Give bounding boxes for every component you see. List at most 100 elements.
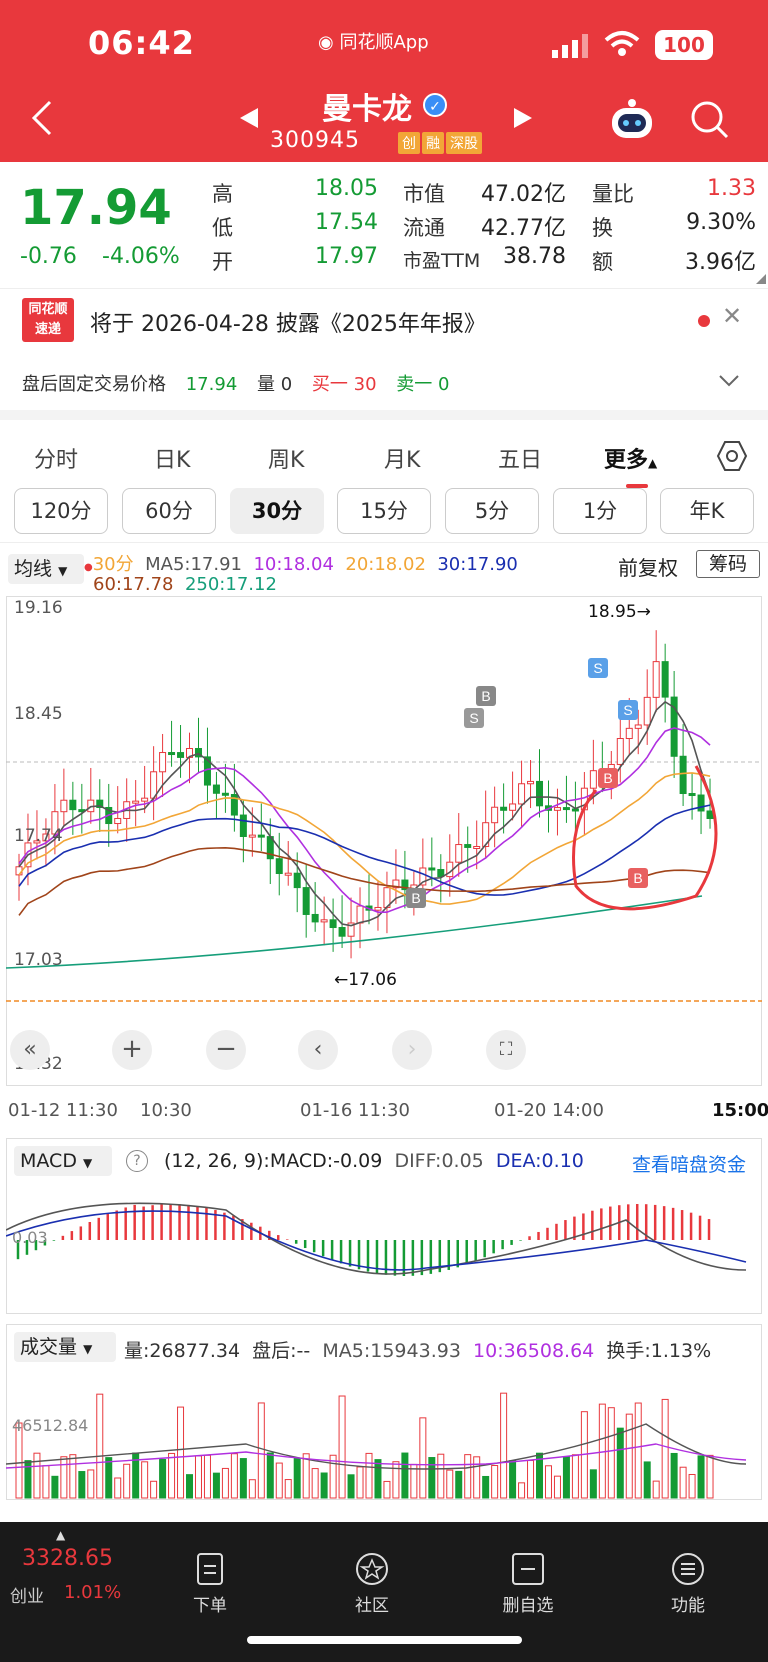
- home-indicator: [247, 1636, 522, 1644]
- trade-marker-label: S: [623, 702, 632, 718]
- volume-chart[interactable]: [6, 1364, 762, 1500]
- zoom-in-button[interactable]: +: [112, 1030, 152, 1070]
- candle-body: [500, 806, 508, 811]
- afterhours-vol: 量 0: [257, 374, 293, 395]
- rewind-button[interactable]: «: [10, 1030, 50, 1070]
- volume-bar: [571, 1454, 579, 1499]
- settings-hex-icon[interactable]: [716, 440, 748, 472]
- help-icon[interactable]: ?: [126, 1150, 148, 1172]
- chip-button[interactable]: 筹码: [696, 550, 760, 578]
- nav-remove-watch[interactable]: 删自选: [488, 1552, 568, 1616]
- volume-bar: [661, 1398, 669, 1499]
- volume-bar: [437, 1453, 445, 1499]
- xtick-4: 15:00: [712, 1100, 768, 1121]
- ytick-1: 18.45: [14, 704, 63, 724]
- period-1m[interactable]: 1分: [553, 488, 647, 534]
- period-60m[interactable]: 60分: [122, 488, 216, 534]
- value-open: 17.97: [315, 244, 378, 269]
- xtick-1: 10:30: [140, 1100, 192, 1121]
- search-icon[interactable]: [690, 100, 730, 140]
- macd-dropdown[interactable]: MACD ▼: [14, 1146, 112, 1176]
- period-year[interactable]: 年K: [660, 488, 754, 534]
- tab-daily[interactable]: 日K: [154, 442, 190, 474]
- tab-more[interactable]: 更多▲: [604, 442, 657, 474]
- period-120m[interactable]: 120分: [14, 488, 108, 534]
- legend-dot: ●: [84, 562, 93, 573]
- candle-body: [168, 752, 176, 756]
- volume-bar: [428, 1457, 436, 1499]
- candle-body: [679, 755, 687, 795]
- period-30m[interactable]: 30分: [230, 488, 324, 534]
- afterhours-buy: 买一 30: [311, 374, 377, 395]
- macd-name: MACD: [20, 1150, 77, 1172]
- value-float: 42.77亿: [481, 216, 566, 241]
- volume-bar: [105, 1457, 113, 1499]
- volume-bar: [78, 1471, 86, 1499]
- stock-tags: 创 融 深股: [398, 132, 482, 154]
- index-value[interactable]: 3328.65: [22, 1546, 113, 1571]
- volume-bar: [177, 1406, 185, 1499]
- nav-functions-label: 功能: [671, 1596, 705, 1616]
- nav-community[interactable]: 社区: [332, 1552, 412, 1616]
- volume-bar: [141, 1461, 149, 1499]
- back-icon[interactable]: [30, 100, 54, 136]
- zoom-out-button[interactable]: −: [206, 1030, 246, 1070]
- close-icon[interactable]: ✕: [722, 302, 742, 330]
- tab-monthly[interactable]: 月K: [384, 442, 420, 474]
- candle-body: [473, 845, 481, 849]
- period-15m[interactable]: 15分: [337, 488, 431, 534]
- notice-text[interactable]: 将于 2026-04-28 披露《2025年年报》: [90, 306, 486, 338]
- tab-fenshi[interactable]: 分时: [34, 442, 78, 474]
- tab-fiveday[interactable]: 五日: [498, 442, 542, 474]
- chevron-down-icon[interactable]: [718, 374, 740, 388]
- candle-body: [329, 919, 337, 929]
- candle-body: [374, 906, 382, 911]
- candle-body: [177, 752, 185, 758]
- volume-bar: [33, 1452, 41, 1499]
- candle-body: [625, 727, 633, 740]
- afterhours-price: 17.94: [185, 374, 238, 395]
- volume-bar: [159, 1459, 167, 1499]
- candle-body: [248, 834, 256, 838]
- fullscreen-button[interactable]: ⛶: [486, 1030, 526, 1070]
- volume-bar: [634, 1402, 642, 1499]
- header: 06:42 ◉ 同花顺App 100 曼卡龙 ✓ 300945 创 融 深股: [0, 0, 768, 162]
- volume-bar: [419, 1417, 427, 1499]
- period-5m[interactable]: 5分: [445, 488, 539, 534]
- macd-chart[interactable]: [6, 1180, 762, 1314]
- candle-body: [589, 770, 597, 789]
- adjust-label[interactable]: 前复权: [618, 552, 678, 581]
- macd-values: (12, 26, 9):MACD:-0.09 DIFF:0.05 DEA:0.1…: [164, 1150, 584, 1172]
- nav-order[interactable]: 下单: [170, 1552, 250, 1616]
- candle-body: [159, 752, 167, 773]
- volume-dropdown[interactable]: 成交量 ▼: [14, 1332, 116, 1362]
- volume-bar: [527, 1460, 535, 1499]
- scroll-right-button[interactable]: ›: [392, 1030, 432, 1070]
- volume-bar: [221, 1467, 229, 1499]
- news-logo: 同花顺 速递: [22, 298, 74, 342]
- kline-chart[interactable]: SSSBBBB: [6, 596, 762, 1086]
- dark-pool-link[interactable]: 查看暗盘资金: [632, 1150, 746, 1177]
- label-mktcap: 市值: [403, 182, 445, 206]
- label-volratio: 量比: [592, 182, 634, 206]
- next-stock-icon[interactable]: [512, 106, 534, 130]
- stock-name: 曼卡龙: [322, 92, 412, 127]
- value-volratio: 1.33: [707, 176, 756, 201]
- candle-body: [697, 794, 705, 812]
- price-change: -0.76: [20, 244, 77, 269]
- signal-icon: [552, 34, 588, 58]
- prev-stock-icon[interactable]: [238, 106, 260, 130]
- corner-expand-icon[interactable]: [756, 274, 766, 284]
- status-time: 06:42: [88, 24, 195, 62]
- candle-body: [212, 784, 220, 794]
- ma-dropdown[interactable]: 均线 ▼: [8, 554, 84, 584]
- nav-functions[interactable]: 功能: [648, 1552, 728, 1616]
- volume-bar: [96, 1393, 104, 1499]
- candle-body: [553, 807, 561, 811]
- diff-value: DIFF:0.05: [394, 1150, 484, 1172]
- scroll-left-button[interactable]: ‹: [298, 1030, 338, 1070]
- tag-shengu: 深股: [446, 132, 482, 154]
- ai-robot-icon[interactable]: [608, 98, 656, 142]
- tab-weekly[interactable]: 周K: [268, 442, 304, 474]
- remove-watchlist-icon: [512, 1553, 544, 1585]
